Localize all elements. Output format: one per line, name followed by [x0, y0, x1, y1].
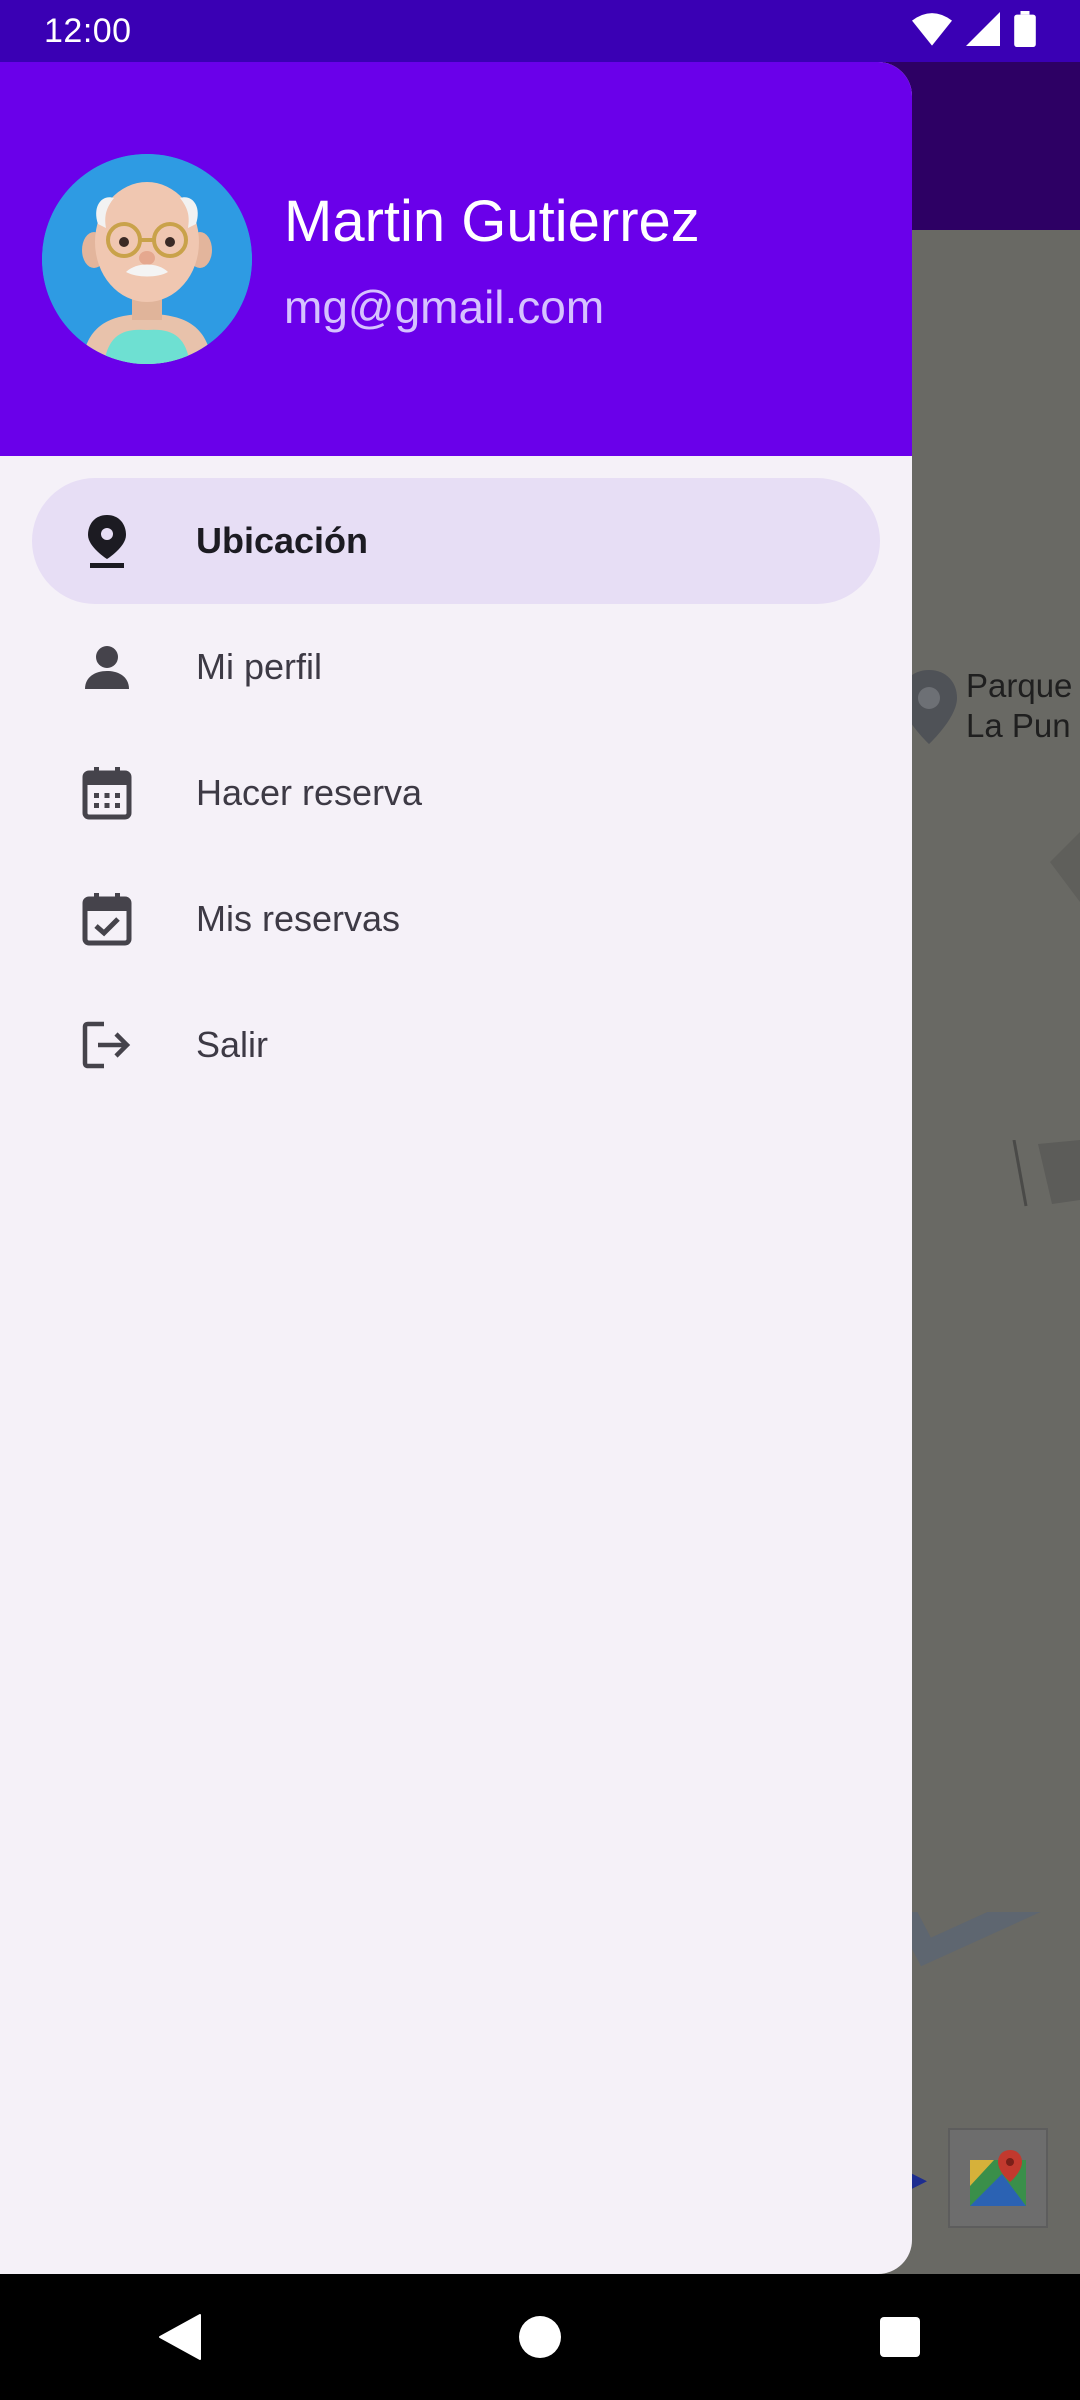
user-name: Martin Gutierrez: [284, 189, 700, 254]
google-maps-button[interactable]: [948, 2128, 1048, 2228]
map-road: [896, 1871, 1080, 2027]
wifi-icon: [912, 12, 952, 51]
drawer-header: Martin Gutierrez mg@gmail.com: [0, 62, 912, 456]
person-icon: [78, 638, 136, 696]
calendar-check-icon: [78, 890, 136, 948]
menu-item-mi-perfil[interactable]: Mi perfil: [32, 604, 880, 730]
drawer-menu: Ubicación Mi perfil Hacer reserva Mis re…: [32, 478, 880, 1108]
status-bar: 12:00: [0, 0, 1080, 62]
avatar: [42, 154, 252, 364]
avatar-image: [42, 154, 252, 364]
home-icon[interactable]: [500, 2297, 580, 2377]
user-email: mg@gmail.com: [284, 281, 605, 333]
logout-icon: [78, 1016, 136, 1074]
location-pin-icon: [78, 512, 136, 570]
map-building-shape: [1050, 832, 1080, 907]
status-time: 12:00: [44, 11, 132, 50]
menu-item-ubicacion[interactable]: Ubicación: [32, 478, 880, 604]
navigation-drawer: Martin Gutierrez mg@gmail.com Ubicación …: [0, 62, 912, 2274]
menu-item-mis-reservas[interactable]: Mis reservas: [32, 856, 880, 982]
recents-icon[interactable]: [860, 2297, 940, 2377]
back-icon[interactable]: [140, 2297, 220, 2377]
status-icons: [912, 10, 1036, 52]
menu-item-label: Ubicación: [196, 520, 369, 561]
menu-item-label: Hacer reserva: [196, 772, 423, 813]
menu-item-hacer-reserva[interactable]: Hacer reserva: [32, 730, 880, 856]
menu-item-salir[interactable]: Salir: [32, 982, 880, 1108]
calendar-icon: [78, 764, 136, 822]
map-street-line: [1012, 1139, 1080, 1225]
maps-app-icon: [970, 2150, 1026, 2206]
menu-item-label: Mis reservas: [196, 898, 401, 939]
menu-item-label: Mi perfil: [196, 646, 323, 687]
menu-item-label: Salir: [196, 1024, 269, 1065]
signal-icon: [966, 11, 1000, 51]
system-navigation-bar: [0, 2274, 1080, 2400]
battery-icon: [1014, 10, 1036, 52]
map-place-label: Parque La Pun: [966, 667, 1073, 744]
